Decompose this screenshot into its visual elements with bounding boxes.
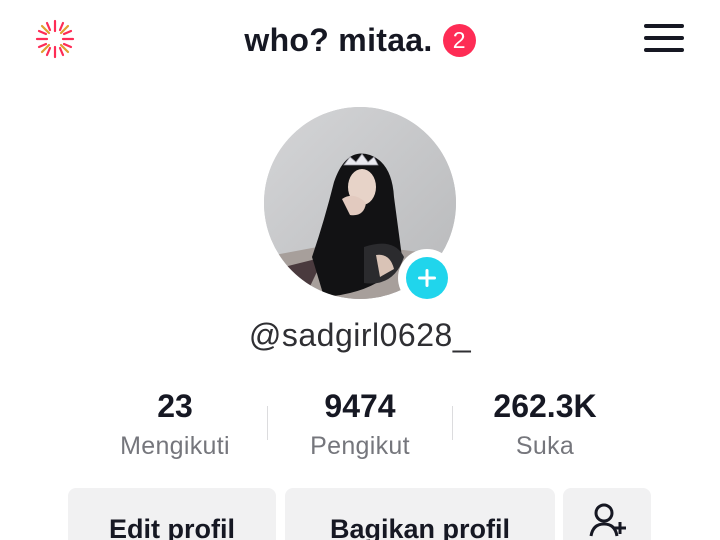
stat-label: Mengikuti [120,432,230,460]
stat-value: 23 [157,388,193,424]
add-friend-button[interactable] [563,488,651,540]
share-profile-label: Bagikan profil [329,514,511,540]
username: @sadgirl0628_ [248,317,472,353]
stat-label: Suka [515,432,575,460]
stat-likes[interactable]: 262.3K Suka [450,384,640,461]
add-avatar-button[interactable] [398,249,456,307]
profile-title[interactable]: who? mitaa. [244,22,432,59]
stat-followers[interactable]: 9474 Pengikut [265,384,455,461]
notification-badge: 2 [442,23,476,57]
stat-following[interactable]: 23 Mengikuti [80,384,270,461]
stat-value: 262.3K [493,388,597,424]
profile-header: who? mitaa. 2 [0,0,720,80]
edit-profile-label: Edit profil [109,514,235,540]
stats-row: 23 Mengikuti 9474 Pengikut 262.3K Suka [80,384,640,474]
add-friend-icon [587,500,627,540]
stat-label: Pengikut [310,432,410,460]
edit-profile-button[interactable]: Edit profil [68,488,276,540]
profile-page: who? mitaa. 2 @sadgirl0628_ 23 Mengikuti… [0,0,720,540]
plus-icon [406,257,448,299]
title-wrap: who? mitaa. 2 [0,18,720,62]
hamburger-menu-icon[interactable] [644,24,684,56]
stat-value: 9474 [324,388,396,424]
share-profile-button[interactable]: Bagikan profil [285,488,555,540]
